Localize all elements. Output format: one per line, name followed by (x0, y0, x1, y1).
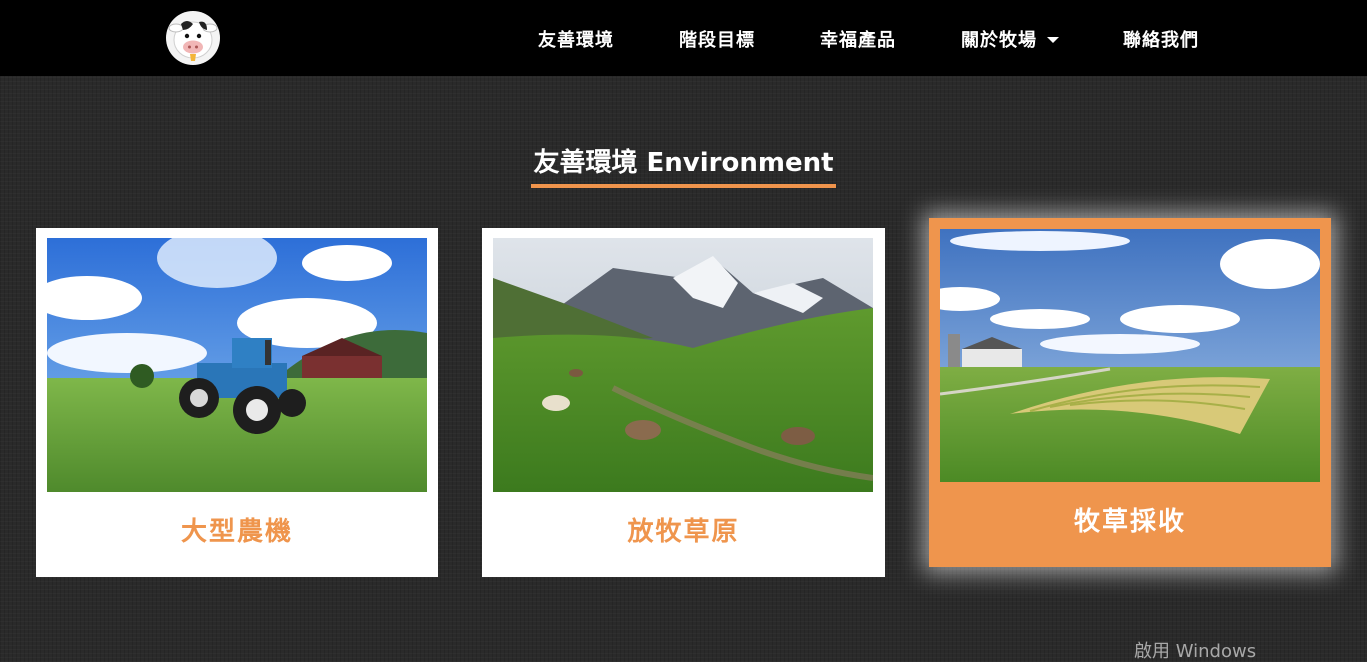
nav-item-about-ranch[interactable]: 關於牧場 (961, 26, 1059, 52)
section-title: 友善環境 Environment (531, 146, 836, 188)
nav-item-products[interactable]: 幸福產品 (820, 26, 896, 52)
caret-down-icon (1047, 37, 1059, 43)
card-caption: 放牧草原 (627, 517, 740, 547)
nav-item-goals[interactable]: 階段目標 (679, 26, 755, 52)
nav-item-label: 友善環境 (538, 30, 614, 51)
tractor-photo (47, 238, 427, 492)
top-navbar: 友善環境 階段目標 幸福產品 關於牧場 聯絡我們 (0, 0, 1367, 76)
nav-item-environment[interactable]: 友善環境 (538, 26, 614, 52)
section-heading: 友善環境 Environment (0, 146, 1367, 188)
card-grass-harvest[interactable]: 牧草採收 (929, 218, 1331, 567)
card-large-machinery[interactable]: 大型農機 (36, 228, 438, 577)
card-caption: 牧草採收 (1073, 507, 1186, 537)
card-grazing-pasture[interactable]: 放牧草原 (482, 228, 885, 577)
cows-meadow-photo (493, 238, 873, 492)
card-caption: 大型農機 (180, 517, 293, 547)
nav-item-label: 階段目標 (679, 30, 755, 51)
nav-item-contact[interactable]: 聯絡我們 (1123, 26, 1199, 52)
nav-item-label: 聯絡我們 (1123, 30, 1199, 51)
main-nav: 友善環境 階段目標 幸福產品 關於牧場 聯絡我們 (0, 0, 1367, 76)
nav-item-label: 關於牧場 (961, 30, 1037, 51)
nav-item-label: 幸福產品 (820, 30, 896, 51)
windows-activation-watermark: 啟用 Windows (1134, 641, 1257, 662)
farm-field-photo (940, 229, 1320, 482)
